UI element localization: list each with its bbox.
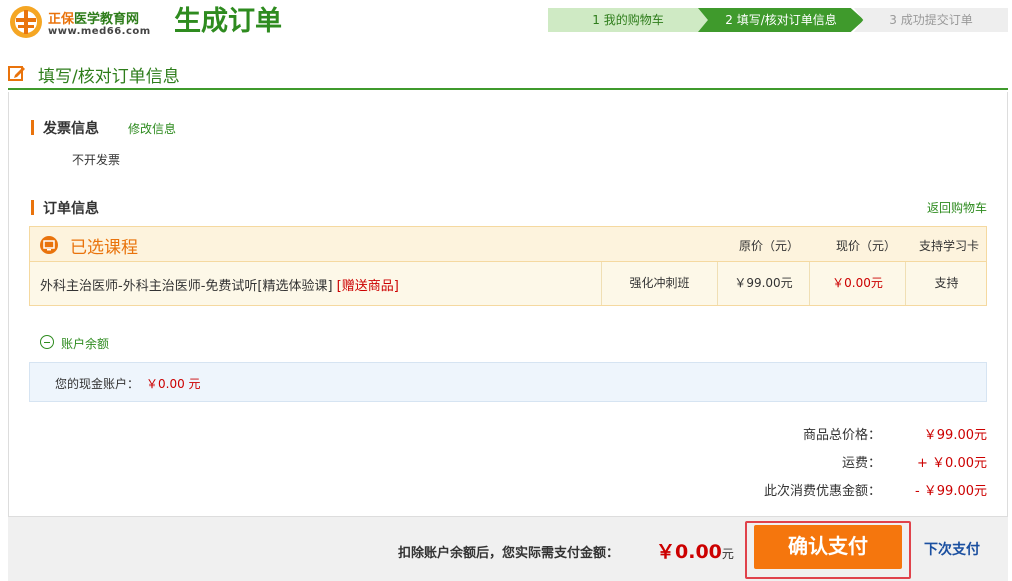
shipping-value: + ￥0.00元 — [917, 456, 987, 471]
course-monitor-icon — [40, 236, 58, 254]
balance-toggle-label: 账户余额 — [61, 337, 110, 351]
step-cart[interactable]: 1 我的购物车 — [548, 8, 708, 32]
step-fill-order: 2 填写/核对订单信息 — [698, 8, 864, 32]
discount-label: 此次消费优惠金额： — [763, 484, 881, 499]
payment-footer: 扣除账户余额后，您实际需支付金额： ￥0.00元 确认支付 下次支付 — [8, 516, 1008, 581]
checkout-steps: 1 我的购物车 2 填写/核对订单信息 3 成功提交订单 — [548, 8, 1008, 32]
order-frame — [8, 92, 1008, 580]
col-study-card: 支持学习卡 — [919, 239, 980, 253]
course-type: 强化冲刺班 — [601, 262, 717, 305]
total-price-value: ￥99.00元 — [923, 428, 987, 443]
collapse-icon — [40, 335, 54, 349]
course-table-header: 已选课程 原价（元） 现价（元） 支持学习卡 — [29, 226, 987, 262]
invoice-title: 发票信息 — [31, 118, 99, 138]
course-name: 外科主治医师-外科主治医师-免费试听[精选体验课] [赠送商品] — [40, 279, 399, 294]
logo-brand-text: 正保医学教育网 — [48, 12, 140, 27]
page-title: 生成订单 — [174, 6, 282, 37]
course-cur-price: ￥0.00元 — [809, 262, 905, 305]
confirm-pay-button[interactable]: 确认支付 — [754, 525, 902, 569]
col-cur-price: 现价（元） — [836, 239, 897, 253]
table-row: 外科主治医师-外科主治医师-免费试听[精选体验课] [赠送商品] 强化冲刺班 ￥… — [29, 262, 987, 306]
section-title: 填写/核对订单信息 — [38, 67, 180, 87]
site-logo[interactable]: 正保医学教育网 www.med66.com — [8, 4, 168, 40]
edit-icon — [8, 66, 25, 81]
total-price-label: 商品总价格： — [802, 428, 881, 443]
course-orig-price: ￥99.00元 — [717, 262, 809, 305]
section-header: 填写/核对订单信息 — [8, 60, 1008, 90]
invoice-value: 不开发票 — [72, 153, 121, 167]
back-to-cart-link[interactable]: 返回购物车 — [927, 199, 987, 216]
step-submit-success: 3 成功提交订单 — [854, 8, 1008, 32]
shipping-label: 运费： — [841, 456, 881, 471]
gift-tag: [赠送商品] — [336, 279, 399, 294]
course-caption: 已选课程 — [70, 238, 138, 258]
col-orig-price: 原价（元） — [739, 239, 800, 253]
payable-desc: 扣除账户余额后，您实际需支付金额： — [398, 546, 620, 561]
payable-unit: 元 — [721, 547, 734, 561]
pay-later-link[interactable]: 下次支付 — [924, 539, 980, 559]
order-info-title: 订单信息 — [31, 198, 99, 218]
balance-box: 您的现金账户： ￥0.00 元 — [29, 362, 987, 402]
logo-url: www.med66.com — [48, 26, 151, 37]
cash-account-value: ￥0.00 元 — [146, 377, 201, 391]
payable-amount: ￥0.00元 — [656, 541, 734, 563]
discount-value: - ￥99.00元 — [914, 484, 987, 499]
modify-invoice-link[interactable]: 修改信息 — [128, 120, 176, 137]
course-study-card: 支持 — [905, 262, 987, 305]
logo-emblem-icon — [10, 6, 42, 38]
cash-account-label: 您的现金账户： — [55, 377, 140, 391]
